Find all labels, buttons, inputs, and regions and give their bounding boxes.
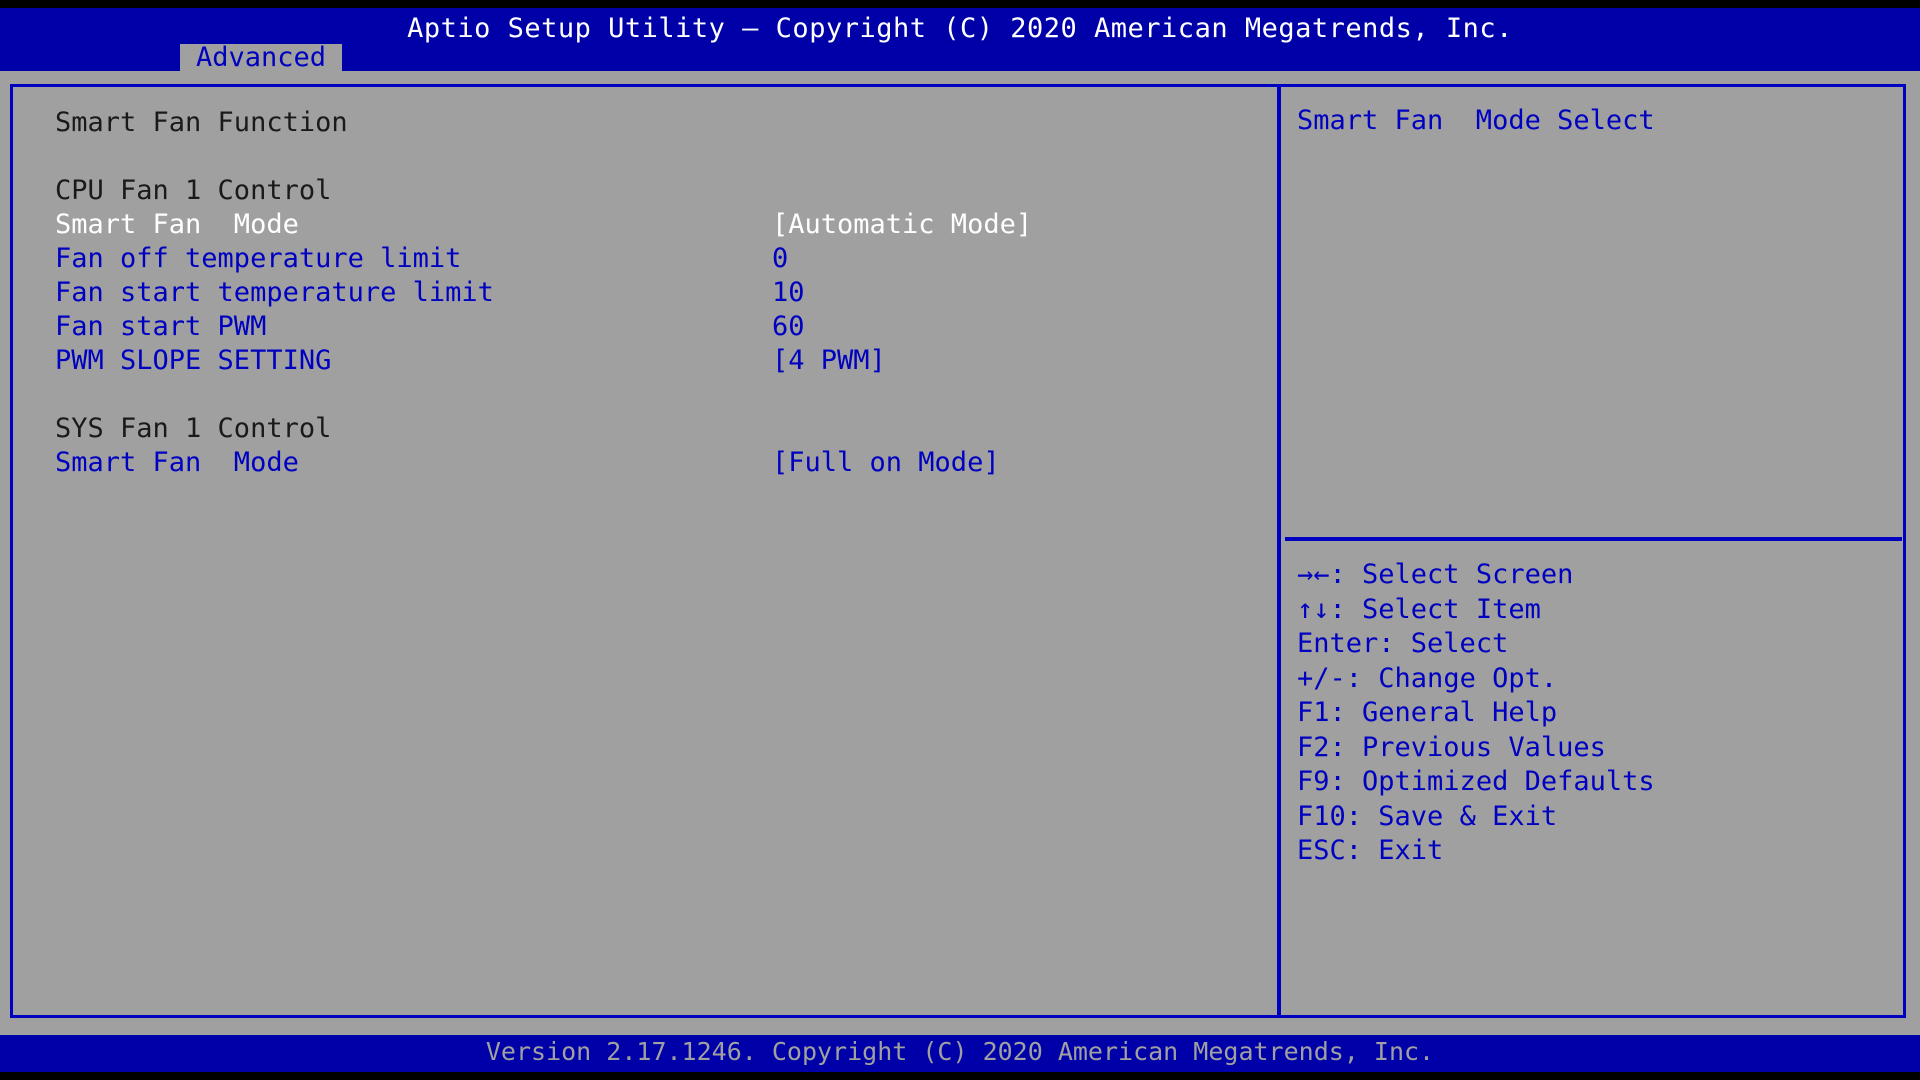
section-header-row: CPU Fan 1 Control — [14, 174, 1277, 208]
legend-row: F9: Optimized Defaults — [1297, 765, 1897, 800]
legend-row: F1: General Help — [1297, 696, 1897, 731]
legend-label: : Select Item — [1329, 593, 1541, 625]
legend-row: ESC: Exit — [1297, 834, 1897, 869]
legend-label: : Change Opt. — [1345, 662, 1558, 694]
section-header-row: Smart Fan Function — [14, 106, 1277, 140]
setting-value[interactable]: 60 — [772, 310, 805, 344]
section-header-row: SYS Fan 1 Control — [14, 412, 1277, 446]
legend-label: : Exit — [1345, 835, 1444, 866]
setting-value[interactable]: [Full on Mode] — [772, 446, 1000, 480]
setting-value[interactable]: [Automatic Mode] — [772, 208, 1032, 242]
setting-label: PWM SLOPE SETTING — [55, 345, 332, 376]
version-text: Version 2.17.1246. Copyright (C) 2020 Am… — [485, 1037, 1435, 1066]
help-panel: Smart Fan Mode Select →←: Select Screen ↑… — [1285, 88, 1902, 1014]
left-right-arrow-icon: →← — [1297, 559, 1330, 590]
setting-row[interactable]: Smart Fan Mode [Full on Mode] — [14, 446, 1277, 480]
setting-label: Fan off temperature limit — [55, 243, 462, 274]
plus-minus-key-icon: +/- — [1297, 662, 1346, 694]
legend-label: : General Help — [1329, 697, 1558, 728]
setting-row[interactable]: Fan start PWM 60 — [14, 310, 1277, 344]
legend-row: F2: Previous Values — [1297, 731, 1897, 766]
f2-key-icon: F2 — [1297, 731, 1330, 763]
key-legend: →←: Select Screen ↑↓: Select Item Enter: S… — [1297, 558, 1897, 869]
menu-tab-strip: Advanced — [0, 44, 1920, 71]
help-separator — [1285, 537, 1902, 541]
setting-value[interactable]: 0 — [772, 242, 788, 276]
legend-row: F10: Save & Exit — [1297, 800, 1897, 835]
section-header-label: Smart Fan Function — [55, 107, 348, 138]
legend-label: : Optimized Defaults — [1329, 766, 1655, 797]
legend-row: Enter: Select — [1297, 627, 1897, 662]
esc-key-icon: ESC — [1297, 835, 1346, 866]
setting-row[interactable]: Fan off temperature limit 0 — [14, 242, 1277, 276]
f9-key-icon: F9 — [1297, 766, 1330, 797]
section-header-label: CPU Fan 1 Control — [55, 175, 332, 206]
setting-label: Fan start temperature limit — [55, 277, 494, 308]
help-description: Smart Fan Mode Select — [1297, 105, 1655, 136]
setting-label: Smart Fan Mode — [55, 447, 299, 478]
legend-label: : Previous Values — [1329, 731, 1606, 763]
legend-row: →←: Select Screen — [1297, 558, 1897, 593]
f10-key-icon: F10 — [1297, 800, 1346, 832]
setting-label: Fan start PWM — [55, 311, 267, 342]
legend-label: : Save & Exit — [1345, 800, 1558, 832]
section-header-label: SYS Fan 1 Control — [55, 413, 332, 444]
bios-setup-screen: Aptio Setup Utility – Copyright (C) 2020… — [0, 0, 1920, 1080]
legend-label: : Select Screen — [1329, 559, 1574, 590]
setting-value[interactable]: [4 PWM] — [772, 344, 886, 378]
settings-list: Smart Fan Function CPU Fan 1 Control Smart… — [14, 88, 1277, 1014]
enter-key-icon: Enter — [1297, 628, 1379, 659]
footer-bar: Version 2.17.1246. Copyright (C) 2020 Am… — [0, 1035, 1920, 1072]
setting-row[interactable]: PWM SLOPE SETTING [4 PWM] — [14, 344, 1277, 378]
setting-value[interactable]: 10 — [772, 276, 805, 310]
legend-label: : Select — [1378, 628, 1509, 659]
setting-row[interactable]: Smart Fan Mode [Automatic Mode] — [14, 208, 1277, 242]
f1-key-icon: F1 — [1297, 697, 1330, 728]
up-down-arrow-icon: ↑↓ — [1297, 593, 1330, 625]
setting-row[interactable]: Fan start temperature limit 10 — [14, 276, 1277, 310]
page-title: Aptio Setup Utility – Copyright (C) 2020… — [407, 13, 1513, 44]
tab-advanced[interactable]: Advanced — [180, 44, 343, 71]
setting-label: Smart Fan Mode — [55, 209, 299, 240]
panel-divider — [1277, 84, 1281, 1018]
legend-row: ↑↓: Select Item — [1297, 593, 1897, 628]
legend-row: +/-: Change Opt. — [1297, 662, 1897, 697]
